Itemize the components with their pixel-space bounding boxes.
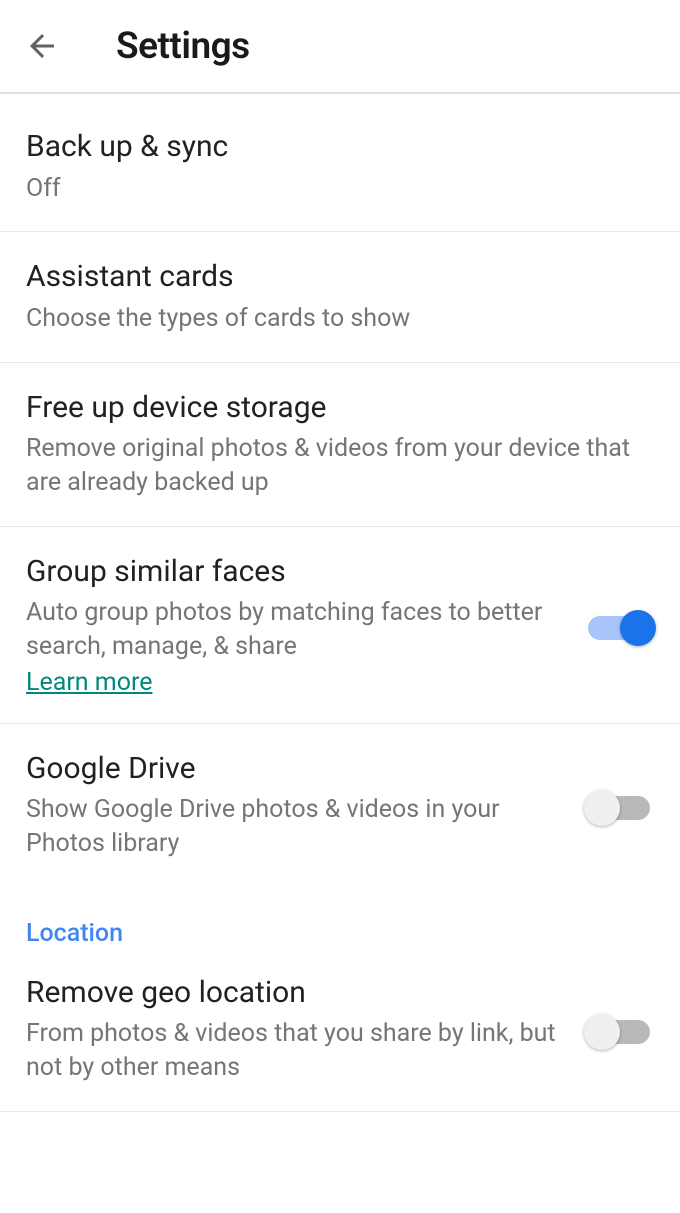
page-title: Settings xyxy=(116,25,250,68)
settings-item-google-drive: Google Drive Show Google Drive photos & … xyxy=(0,724,680,887)
item-subtitle: Choose the types of cards to show xyxy=(26,302,654,336)
item-subtitle: Remove original photos & videos from you… xyxy=(26,432,654,500)
item-title: Back up & sync xyxy=(26,128,654,166)
section-header-location: Location xyxy=(0,887,680,948)
switch-thumb xyxy=(584,790,620,826)
remove-geo-toggle[interactable] xyxy=(588,1011,654,1047)
back-button[interactable] xyxy=(22,26,62,66)
group-faces-toggle[interactable] xyxy=(588,607,654,643)
item-subtitle: From photos & videos that you share by l… xyxy=(26,1017,568,1085)
switch-thumb xyxy=(620,610,656,646)
settings-item-backup-sync[interactable]: Back up & sync Off xyxy=(0,94,680,232)
settings-item-remove-geo-location: Remove geo location From photos & videos… xyxy=(0,948,680,1112)
settings-item-assistant-cards[interactable]: Assistant cards Choose the types of card… xyxy=(0,232,680,362)
item-subtitle: Show Google Drive photos & videos in you… xyxy=(26,793,568,861)
item-subtitle: Off xyxy=(26,172,654,206)
settings-item-group-similar-faces: Group similar faces Auto group photos by… xyxy=(0,527,680,724)
item-title: Google Drive xyxy=(26,750,568,788)
settings-item-free-up-storage[interactable]: Free up device storage Remove original p… xyxy=(0,363,680,527)
item-title: Free up device storage xyxy=(26,389,654,427)
google-drive-toggle[interactable] xyxy=(588,787,654,823)
arrow-back-icon xyxy=(24,28,60,64)
item-subtitle: Auto group photos by matching faces to b… xyxy=(26,596,568,664)
learn-more-link[interactable]: Learn more xyxy=(26,668,152,697)
item-title: Remove geo location xyxy=(26,974,568,1012)
app-header: Settings xyxy=(0,0,680,94)
item-title: Group similar faces xyxy=(26,553,568,591)
switch-thumb xyxy=(584,1014,620,1050)
item-title: Assistant cards xyxy=(26,258,654,296)
